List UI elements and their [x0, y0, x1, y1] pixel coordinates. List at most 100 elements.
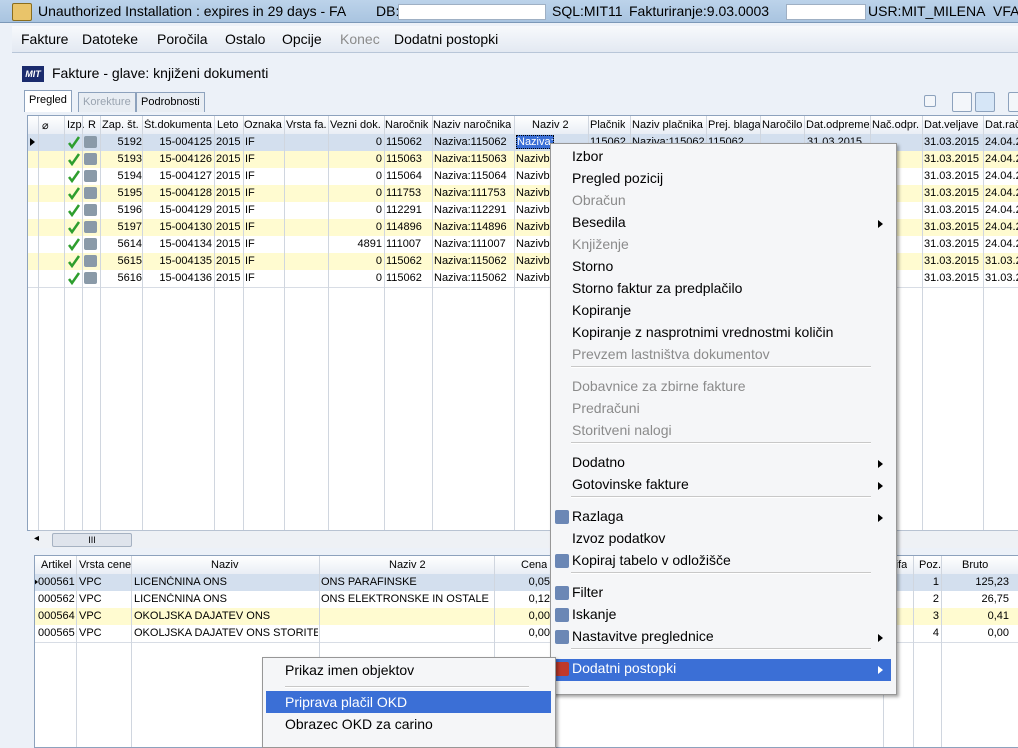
cell-leto: 2015: [216, 255, 241, 267]
cell-leto: 2015: [216, 221, 241, 233]
cell-naziv-narocnika: Naziva:115063: [434, 153, 507, 165]
table-icon: [555, 510, 569, 524]
cell-zap: 5197: [117, 221, 142, 233]
col-naziv-2[interactable]: Naziv 2: [389, 559, 426, 571]
menu-item-filter[interactable]: Filter: [572, 584, 603, 600]
cell-dokument: 15-004135: [159, 255, 212, 267]
col-naziv[interactable]: Naziv: [211, 559, 239, 571]
cell-naziv2: Nazivb: [516, 272, 550, 284]
menu-item-dobavnice-za-zbirne-fakture[interactable]: Dobavnice za zbirne fakture: [572, 378, 746, 394]
col-bruto[interactable]: Bruto: [962, 559, 988, 571]
grid-column-line: [38, 116, 39, 530]
col-poz[interactable]: Poz.: [919, 559, 941, 571]
menu-item-nastavitve-preglednice[interactable]: Nastavitve preglednice: [572, 628, 714, 644]
col-leto[interactable]: Leto: [217, 119, 238, 131]
menu-item-knji-enje[interactable]: Knjiženje: [572, 236, 629, 252]
printer-icon: [84, 221, 97, 233]
menu-item-dodatni-postopki[interactable]: Dodatni postopki: [572, 660, 676, 676]
menu-ostalo[interactable]: Ostalo: [225, 31, 265, 47]
cell-oznaka: IF: [245, 136, 255, 148]
cell-narocnik: 111007: [386, 238, 422, 250]
col-placnik[interactable]: Plačnik: [590, 119, 625, 131]
menu-item-gotovinske-fakture[interactable]: Gotovinske fakture: [572, 476, 689, 492]
cell-naziv2: Nazivb: [516, 255, 550, 267]
menu-item-predra-uni[interactable]: Predračuni: [572, 400, 640, 416]
col-stdok[interactable]: Št.dokumenta: [144, 119, 212, 131]
menu-porocila[interactable]: Poročila: [157, 31, 208, 47]
scroll-thumb[interactable]: III: [52, 533, 132, 547]
attachment-icon: ⌀: [42, 120, 49, 132]
col-zap[interactable]: Zap. št.: [102, 119, 139, 131]
grid-column-line: [922, 116, 923, 530]
menu-item-kopiraj-tabelo-v-odlo-i-e[interactable]: Kopiraj tabelo v odložišče: [572, 552, 731, 568]
col-dat-veljave[interactable]: Dat.veljave: [924, 119, 978, 131]
col-dat-odpreme[interactable]: Dat.odpreme: [806, 119, 870, 131]
tab-podrobnosti[interactable]: Podrobnosti: [136, 92, 205, 112]
check-icon: [68, 153, 81, 166]
col-prej-blaga[interactable]: Prej. blaga: [708, 119, 761, 131]
menu-item-storitveni-nalogi[interactable]: Storitveni nalogi: [572, 422, 672, 438]
col-r[interactable]: R: [88, 119, 96, 131]
menu-item-prevzem-lastni-tva-dokumentov[interactable]: Prevzem lastništva dokumentov: [572, 346, 770, 362]
col-naziv-narocnika[interactable]: Naziv naročnika: [433, 119, 511, 131]
col-cena[interactable]: Cena: [521, 559, 547, 571]
menu-item-besedila[interactable]: Besedila: [572, 214, 626, 230]
tab-pregled[interactable]: Pregled: [24, 90, 72, 112]
cell-narocnik: 115063: [386, 153, 422, 165]
cell-oznaka: IF: [245, 204, 255, 216]
menu-separator: [571, 496, 871, 498]
cell-leto: 2015: [216, 204, 241, 216]
db-value-box: [398, 4, 546, 20]
refresh-icon[interactable]: [975, 92, 995, 112]
cell-dat-veljave: 31.03.2015: [924, 153, 980, 165]
cell-vezni: 0: [375, 136, 382, 148]
menu-item-pregled-pozicij[interactable]: Pregled pozicij: [572, 170, 663, 186]
cell-vrsta-cene: VPC: [79, 593, 102, 605]
cell-dat-veljave: 31.03.2015: [924, 272, 980, 284]
tools-icon: [555, 662, 569, 676]
cell-leto: 2015: [216, 170, 241, 182]
menu-opcije[interactable]: Opcije: [282, 31, 322, 47]
mit-logo: MIT: [22, 66, 44, 82]
col-vrsta-cene[interactable]: Vrsta cene: [79, 559, 131, 571]
col-artikel[interactable]: Artikel: [41, 559, 72, 571]
check-icon: [68, 204, 81, 217]
document-icon[interactable]: [952, 92, 972, 112]
col-dat-rac[interactable]: Dat.rač: [985, 119, 1018, 131]
menu-item-kopiranje-z-nasprotnimi-vrednostmi-koli-in[interactable]: Kopiranje z nasprotnimi vrednostmi količ…: [572, 324, 833, 340]
small-toggle-icon[interactable]: [924, 95, 936, 107]
menu-dodatni-postopki[interactable]: Dodatni postopki: [394, 31, 498, 47]
col-naziv2[interactable]: Naziv 2: [532, 119, 569, 131]
cell-dat-rac: 31.03.2: [985, 255, 1018, 267]
menu-item-dodatno[interactable]: Dodatno: [572, 454, 625, 470]
menu-item-kopiranje[interactable]: Kopiranje: [572, 302, 631, 318]
col-nac-odpr[interactable]: Nač.odpr.: [872, 119, 919, 131]
col-oznaka[interactable]: Oznaka: [244, 119, 282, 131]
tools-icon[interactable]: [1008, 92, 1018, 112]
menu-item-obra-un[interactable]: Obračun: [572, 192, 626, 208]
menu-item-prikaz-imen[interactable]: Prikaz imen objektov: [285, 662, 414, 678]
menu-item-priprava-placil[interactable]: Priprava plačil OKD: [285, 694, 407, 710]
cell-dat-rac: 31.03.2: [985, 272, 1018, 284]
col-narocilo[interactable]: Naročilo: [762, 119, 802, 131]
cell-vrsta-cene: VPC: [79, 610, 102, 622]
col-vrsta[interactable]: Vrsta fa.: [286, 119, 327, 131]
col-narocnik[interactable]: Naročnik: [385, 119, 428, 131]
menu-item-iskanje[interactable]: Iskanje: [572, 606, 616, 622]
menu-konec[interactable]: Konec: [340, 31, 380, 47]
menu-item-razlaga[interactable]: Razlaga: [572, 508, 623, 524]
menu-item-izbor[interactable]: Izbor: [572, 148, 603, 164]
scroll-left-icon[interactable]: ◂: [34, 533, 39, 544]
cell-cena: 0,00: [528, 610, 550, 622]
cell-artikel: 000561: [38, 576, 75, 588]
current-row-indicator: [30, 138, 35, 146]
menu-datoteke[interactable]: Datoteke: [82, 31, 138, 47]
menu-item-storno[interactable]: Storno: [572, 258, 613, 274]
tab-korekture[interactable]: Korekture: [78, 92, 136, 112]
col-naziv-placnika[interactable]: Naziv plačnika: [632, 119, 703, 131]
menu-item-obrazec-okd[interactable]: Obrazec OKD za carino: [285, 716, 433, 732]
menu-fakture[interactable]: Fakture: [21, 31, 68, 47]
menu-item-storno-faktur-za-predpla-ilo[interactable]: Storno faktur za predplačilo: [572, 280, 742, 296]
col-vezni[interactable]: Vezni dok.: [330, 119, 381, 131]
menu-item-izvoz-podatkov[interactable]: Izvoz podatkov: [572, 530, 665, 546]
